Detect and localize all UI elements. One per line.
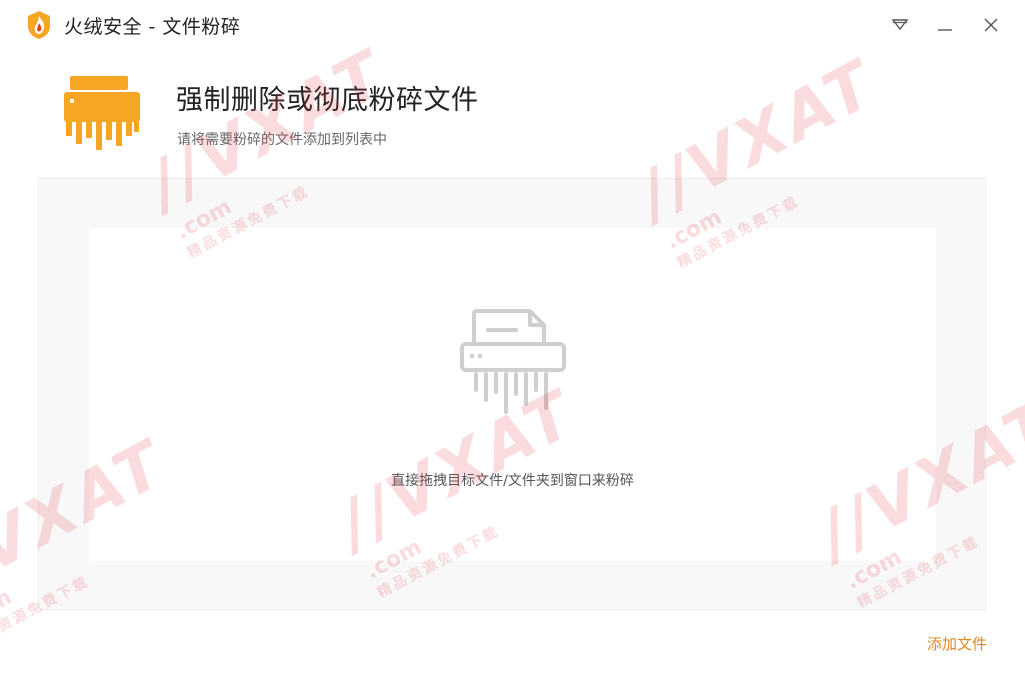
add-file-button[interactable]: 添加文件	[900, 633, 987, 654]
page-subtitle: 请将需要粉碎的文件添加到列表中	[177, 132, 387, 148]
title-bar: 火绒安全 - 文件粉碎	[0, 0, 1025, 50]
minimize-icon	[938, 29, 952, 31]
page-title: 强制删除或彻底粉碎文件	[176, 85, 479, 116]
close-icon	[984, 18, 998, 32]
menu-triangle-icon	[891, 19, 909, 31]
close-button[interactable]	[975, 10, 1007, 40]
menu-button[interactable]	[884, 10, 916, 40]
minimize-button[interactable]	[929, 10, 961, 40]
huorong-logo-icon	[28, 11, 50, 39]
window-title: 火绒安全 - 文件粉碎	[64, 16, 241, 38]
shredder-icon	[64, 76, 140, 150]
drop-hint: 直接拖拽目标文件/文件夹到窗口来粉碎	[391, 473, 634, 489]
shredder-outline-icon	[460, 309, 566, 414]
